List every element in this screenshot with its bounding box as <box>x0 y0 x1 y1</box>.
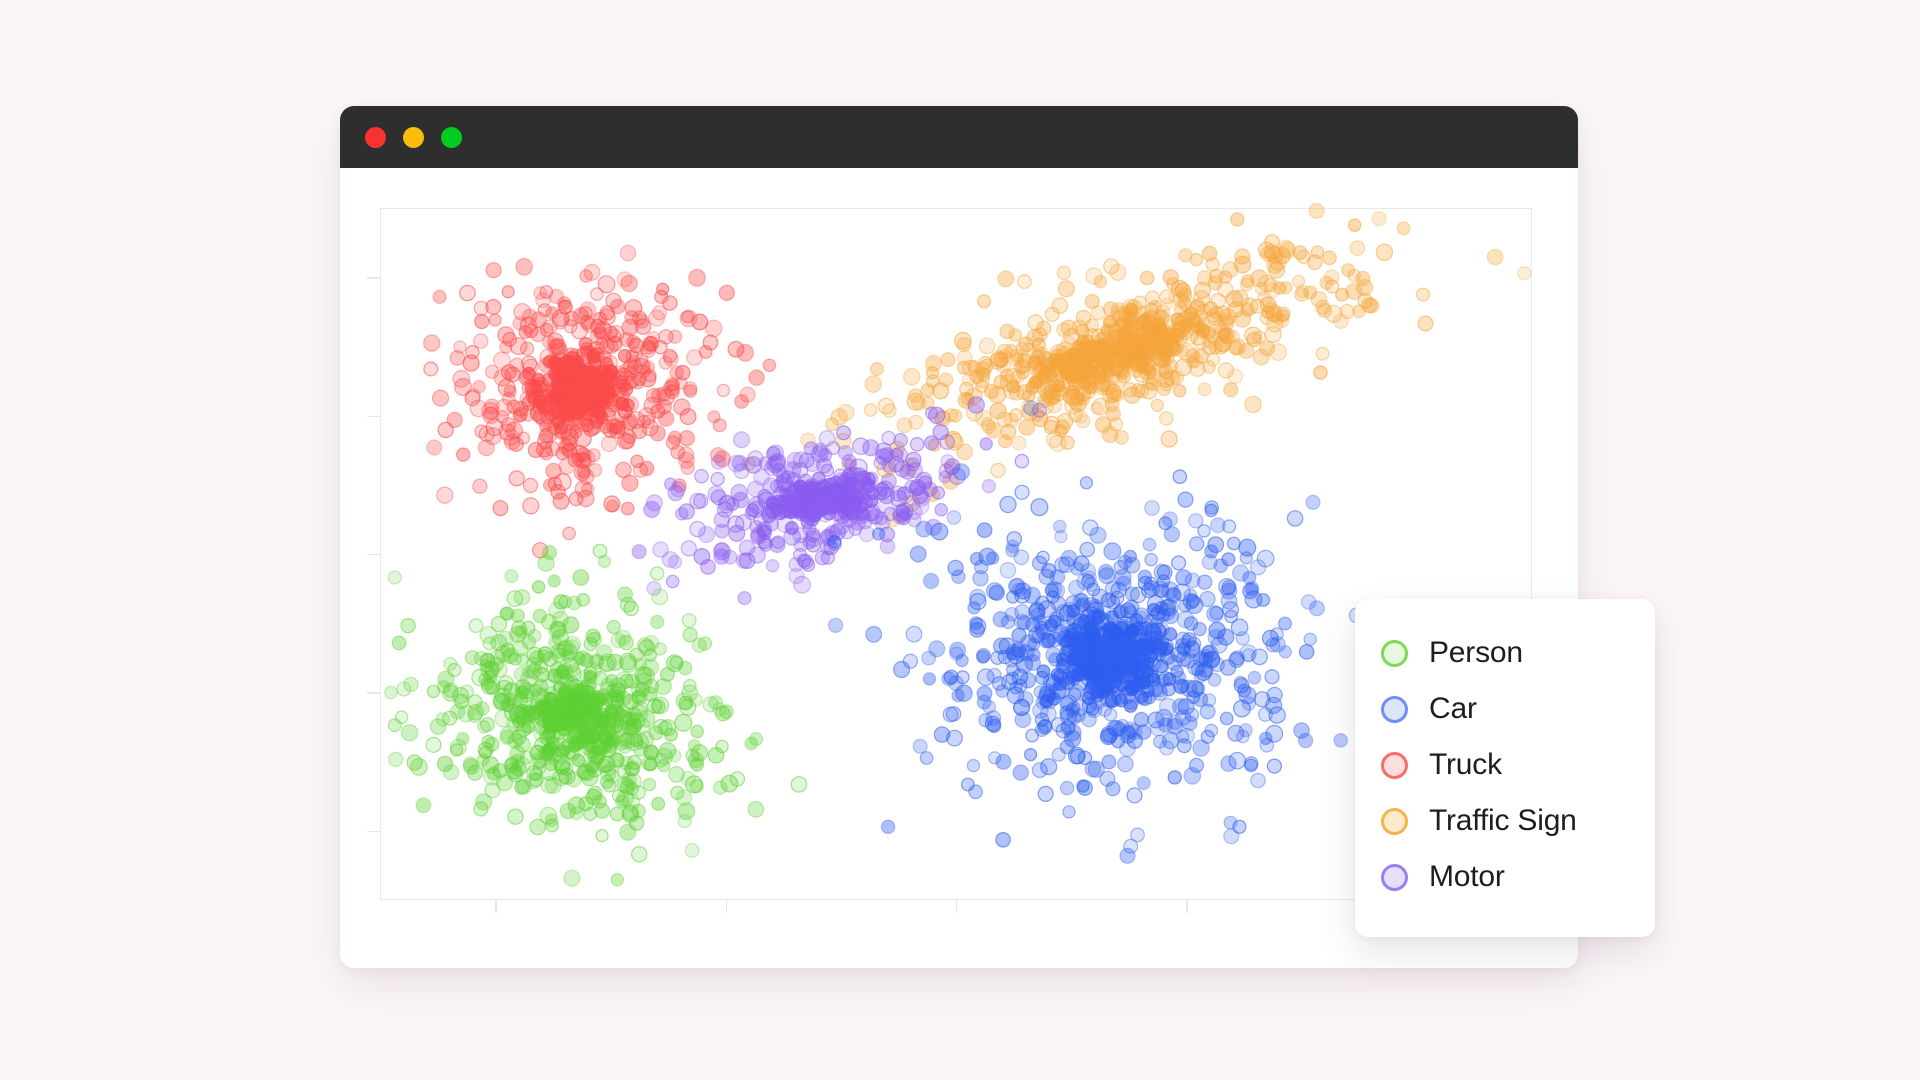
legend-item-motor[interactable]: Motor <box>1381 849 1655 905</box>
legend-item-label: Traffic Sign <box>1429 804 1577 837</box>
close-button[interactable] <box>365 126 386 148</box>
legend-item-car[interactable]: Car <box>1381 681 1655 737</box>
minimize-button[interactable] <box>403 126 424 148</box>
legend-swatch-icon <box>1381 695 1408 723</box>
legend-swatch-icon <box>1381 807 1408 835</box>
y-axis-tick <box>367 830 380 833</box>
legend-item-label: Truck <box>1429 748 1502 781</box>
y-axis-tick <box>367 277 380 279</box>
x-axis-tick <box>495 900 497 913</box>
y-axis-tick <box>367 692 380 694</box>
legend-item-label: Motor <box>1429 860 1505 893</box>
zoom-button[interactable] <box>441 126 462 148</box>
legend-item-traffic-sign[interactable]: Traffic Sign <box>1381 793 1655 849</box>
window-titlebar <box>340 106 1578 168</box>
legend-item-truck[interactable]: Truck <box>1381 737 1655 793</box>
x-axis-tick <box>1186 900 1188 913</box>
legend-item-label: Car <box>1429 692 1477 725</box>
legend-item-person[interactable]: Person <box>1381 625 1655 681</box>
y-axis-tick <box>367 554 380 556</box>
y-axis-tick <box>367 415 380 417</box>
legend-item-label: Person <box>1429 636 1523 669</box>
legend-swatch-icon <box>1381 751 1408 779</box>
x-axis-tick <box>725 900 727 913</box>
screen-root: Person Car Truck Traffic Sign Motor <box>0 0 1920 1080</box>
chart-legend[interactable]: Person Car Truck Traffic Sign Motor <box>1355 599 1655 937</box>
legend-swatch-icon <box>1381 863 1408 891</box>
x-axis-tick <box>956 900 958 913</box>
legend-swatch-icon <box>1381 639 1408 667</box>
